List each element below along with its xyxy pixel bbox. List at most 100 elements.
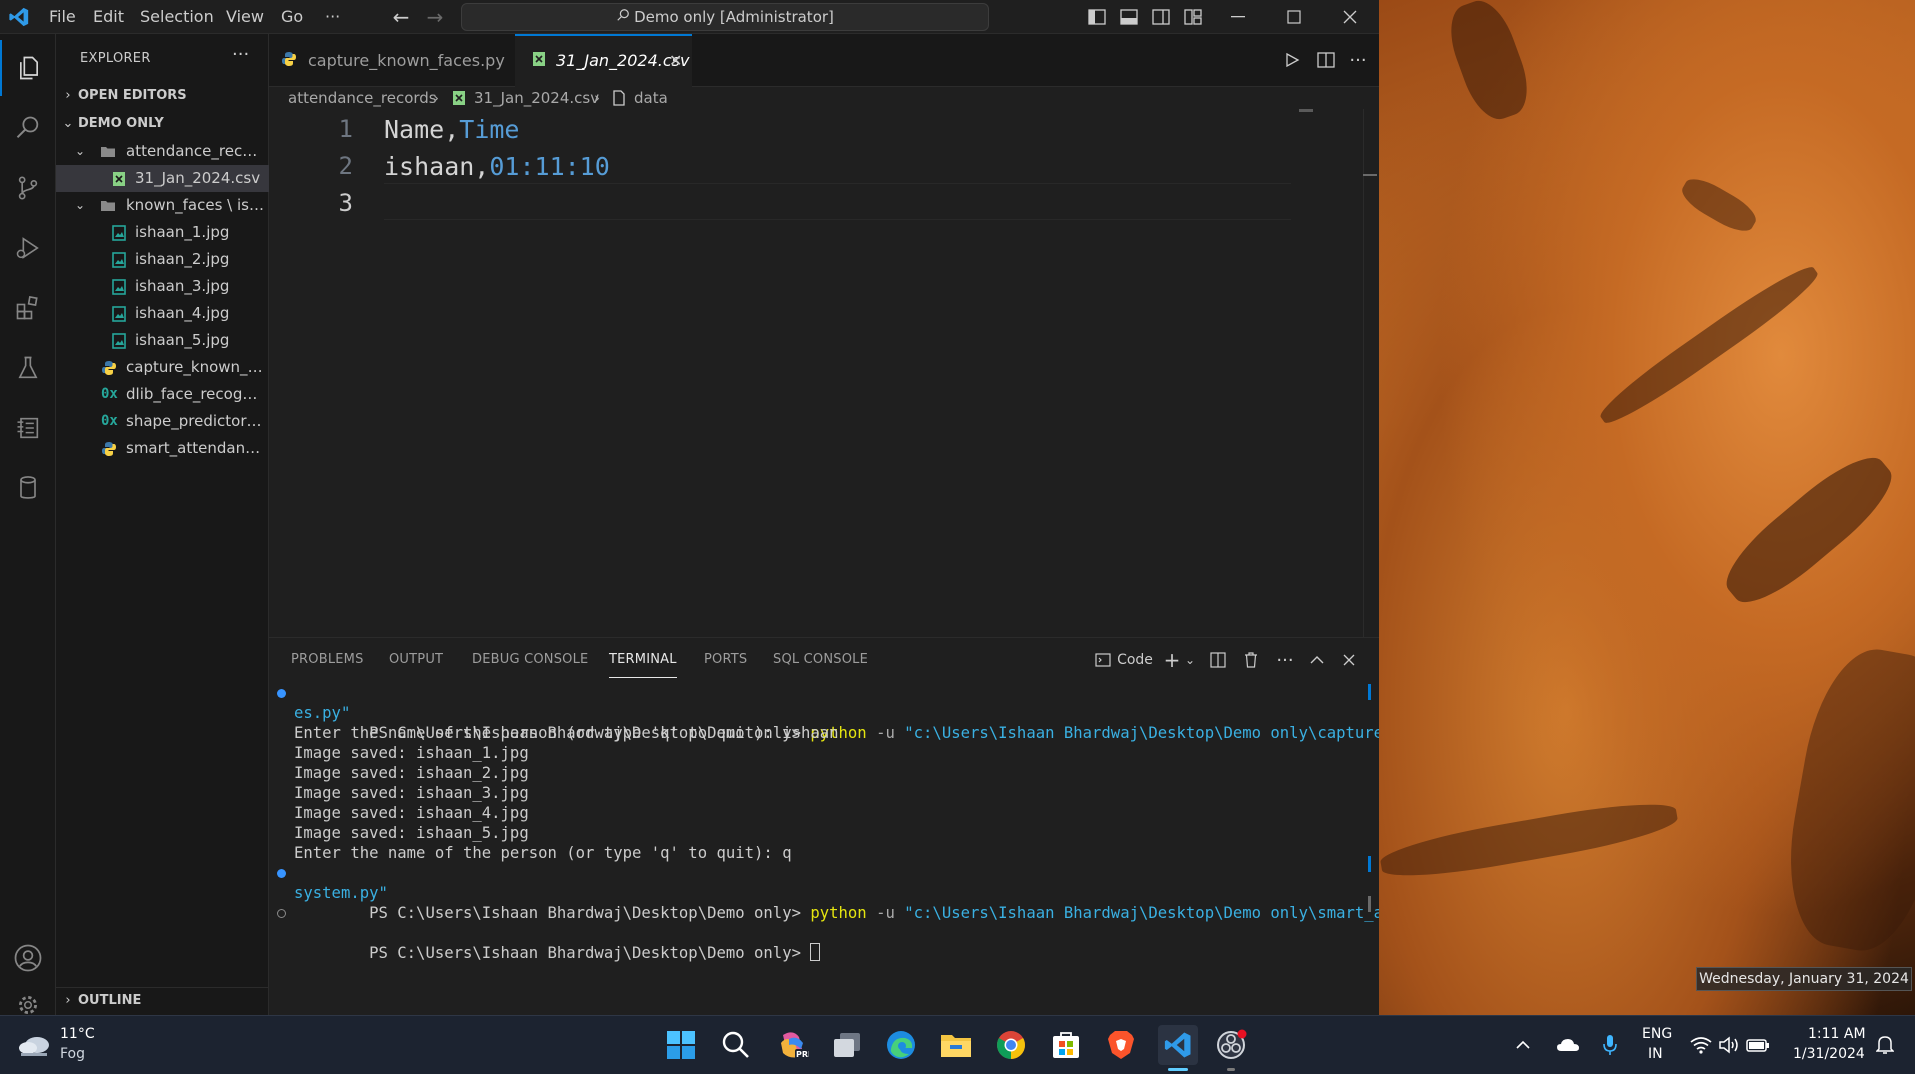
menu-selection[interactable]: Selection [140,0,214,34]
toggle-panel-icon[interactable] [1112,0,1146,34]
remote-explorer-icon[interactable] [0,400,56,456]
minimap[interactable] [1299,109,1313,112]
tree-file-python[interactable]: capture_known_fa... [56,354,269,381]
microsoft-store-icon[interactable] [1048,1027,1084,1063]
tree-label: attendance_records [126,142,266,160]
terminal-line: Image saved: ishaan_1.jpg [294,744,529,762]
tab-problems[interactable]: PROBLEMS [291,638,364,682]
command-center-search[interactable]: Demo only [Administrator] [461,3,989,31]
tree-file-python[interactable]: smart_attendance... [56,435,269,462]
toggle-secondary-sidebar-icon[interactable] [1144,0,1178,34]
tree-file-image[interactable]: ishaan_1.jpg [56,219,269,246]
split-terminal-icon[interactable] [1206,648,1230,672]
obs-studio-icon[interactable] [1213,1027,1249,1063]
manage-gear-icon[interactable] [0,984,56,1015]
tree-file-csv[interactable]: 31_Jan_2024.csv [56,165,269,192]
tree-file-image[interactable]: ishaan_3.jpg [56,273,269,300]
outline-section[interactable]: › OUTLINE [56,987,269,1013]
tab-ports[interactable]: PORTS [704,638,747,682]
tree-file-binary[interactable]: 0x shape_predictor_6... [56,408,269,435]
taskbar-search-icon[interactable] [718,1027,754,1063]
toggle-primary-sidebar-icon[interactable] [1080,0,1114,34]
menu-file[interactable]: File [49,0,76,34]
trash-icon[interactable] [1239,648,1263,672]
new-terminal-icon[interactable]: + [1161,648,1183,672]
source-control-icon[interactable] [0,160,56,216]
weather-temp[interactable]: 11°C [60,1026,95,1042]
notification-bell-icon[interactable] [1872,1027,1898,1063]
search-icon[interactable] [0,100,56,156]
editor-more-actions-icon[interactable]: ··· [1341,43,1375,77]
show-hidden-icons-chevron-up-icon[interactable] [1509,1027,1537,1063]
onedrive-cloud-icon[interactable] [1553,1027,1583,1063]
run-file-icon[interactable] [1275,43,1309,77]
workspace-root-section[interactable]: ⌄ DEMO ONLY [56,111,269,137]
close-panel-icon[interactable] [1337,648,1361,672]
tree-folder-known-faces[interactable]: ⌄ known_faces \ isha... [56,192,269,219]
tab-debug-console[interactable]: DEBUG CONSOLE [472,638,588,682]
chevron-down-icon[interactable]: ⌄ [1183,648,1197,672]
clock-time[interactable]: 1:11 AM [1808,1026,1866,1042]
editor-scrollbar[interactable] [1363,109,1364,637]
tree-file-image[interactable]: ishaan_5.jpg [56,327,269,354]
nav-back-icon[interactable]: ← [387,4,415,30]
microphone-icon[interactable] [1596,1027,1624,1063]
wifi-icon[interactable] [1688,1027,1714,1063]
command-success-decoration[interactable] [277,869,286,878]
explorer-more-actions[interactable]: ··· [232,44,249,65]
file-explorer-icon[interactable] [938,1027,974,1063]
breadcrumb-file[interactable]: 31_Jan_2024.csv [474,87,599,109]
brave-browser-icon[interactable] [1103,1027,1139,1063]
split-editor-icon[interactable] [1309,43,1343,77]
open-editors-section[interactable]: › OPEN EDITORS [56,83,269,109]
command-pending-decoration[interactable] [277,909,286,918]
terminal-select[interactable]: Code [1094,648,1154,672]
account-icon[interactable] [0,930,56,986]
extensions-icon[interactable] [0,280,56,336]
close-window-icon[interactable] [1322,0,1378,34]
tree-file-image[interactable]: ishaan_4.jpg [56,300,269,327]
maximize-icon[interactable] [1266,0,1322,34]
vscode-logo-icon [9,7,29,27]
customize-layout-icon[interactable] [1176,0,1210,34]
code-editor[interactable]: 1 2 3 Name,Time ishaan,01:11:10 [269,109,1379,637]
command-success-decoration[interactable] [277,689,286,698]
chrome-browser-icon[interactable] [993,1027,1029,1063]
tree-file-binary[interactable]: 0x dlib_face_recognit... [56,381,269,408]
panel-more-actions-icon[interactable]: ··· [1273,648,1297,672]
tree-file-image[interactable]: ishaan_2.jpg [56,246,269,273]
menu-view[interactable]: View [226,0,264,34]
vscode-taskbar-icon[interactable] [1158,1025,1198,1065]
task-view-icon[interactable] [829,1027,865,1063]
minimize-icon[interactable] [1210,0,1266,34]
run-and-debug-icon[interactable] [0,220,56,276]
tab-capture-known-faces[interactable]: capture_known_faces.py [269,34,515,87]
clock-date[interactable]: 1/31/2024 [1793,1046,1865,1062]
close-tab-icon[interactable]: ✕ [669,36,682,85]
breadcrumb-symbol[interactable]: data [634,87,668,109]
tab-terminal[interactable]: TERMINAL [609,638,677,678]
volume-icon[interactable] [1716,1027,1742,1063]
copilot-icon[interactable]: PRE [775,1027,811,1063]
explorer-icon[interactable] [0,40,56,96]
database-icon[interactable] [0,460,56,516]
weather-fog-icon[interactable] [17,1028,53,1064]
input-region[interactable]: IN [1648,1046,1663,1062]
breadcrumb-folder[interactable]: attendance_records [288,87,437,109]
menu-go[interactable]: Go [281,0,303,34]
input-language[interactable]: ENG [1642,1026,1672,1042]
tree-folder-attendance-records[interactable]: ⌄ attendance_records [56,138,269,165]
maximize-panel-icon[interactable] [1305,648,1329,672]
nav-forward-icon[interactable]: → [421,4,449,30]
tab-sql-console[interactable]: SQL CONSOLE [773,638,868,682]
menu-edit[interactable]: Edit [93,0,124,34]
tab-output[interactable]: OUTPUT [389,638,443,682]
tab-31-jan-2024-csv[interactable]: 31_Jan_2024.csv ✕ [515,34,692,87]
weather-desc[interactable]: Fog [60,1046,85,1062]
csv-column-2: Time [459,115,520,144]
battery-icon[interactable] [1744,1027,1772,1063]
testing-icon[interactable] [0,340,56,396]
edge-browser-icon[interactable] [883,1027,919,1063]
windows-start-icon[interactable] [663,1027,699,1063]
menu-more[interactable]: ··· [325,0,340,34]
